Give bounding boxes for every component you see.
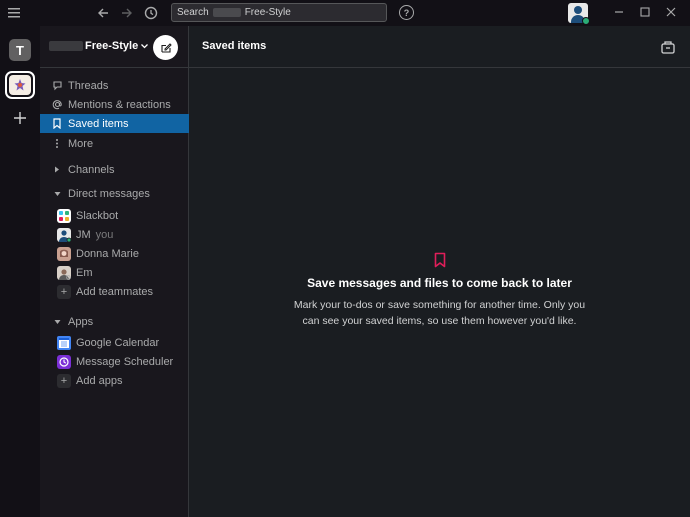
- main-panel: Saved items Save messages and files to c…: [189, 26, 690, 517]
- app-message-scheduler[interactable]: Message Scheduler: [40, 352, 189, 371]
- you-label: you: [95, 228, 114, 241]
- sidebar-item-label: Saved items: [68, 117, 129, 130]
- user-avatar-icon: [57, 227, 72, 242]
- redacted-blur: [212, 8, 241, 17]
- sidebar-item-mentions[interactable]: Mentions & reactions: [40, 95, 189, 114]
- minimize-icon[interactable]: [612, 5, 626, 19]
- add-teammates-button[interactable]: + Add teammates: [40, 282, 189, 301]
- section-direct-messages[interactable]: Direct messages: [40, 184, 189, 203]
- main-header: Saved items: [189, 26, 690, 68]
- user-avatar-icon: [57, 246, 71, 261]
- dm-name: Donna Marie: [76, 247, 139, 260]
- user-avatar-icon: [57, 265, 71, 280]
- add-workspace-icon[interactable]: [12, 110, 28, 126]
- dm-jm[interactable]: JM you: [40, 225, 189, 244]
- dm-em[interactable]: Em: [40, 263, 189, 282]
- title-bar: Search Free-Style ?: [0, 0, 690, 26]
- dm-name: JM: [76, 228, 91, 241]
- at-icon: [50, 98, 64, 112]
- sidebar-item-threads[interactable]: Threads: [40, 76, 189, 95]
- dm-slackbot[interactable]: Slackbot: [40, 206, 189, 225]
- empty-state-title: Save messages and files to come back to …: [307, 276, 572, 290]
- plus-icon: +: [57, 284, 71, 299]
- caret-down-icon: [50, 315, 64, 329]
- slackbot-avatar-icon: [57, 208, 71, 223]
- compose-icon: [160, 42, 172, 53]
- add-apps-label: Add apps: [76, 374, 123, 387]
- add-apps-button[interactable]: + Add apps: [40, 371, 189, 390]
- more-vertical-icon: [50, 137, 64, 151]
- app-google-calendar[interactable]: Google Calendar: [40, 333, 189, 352]
- compose-button[interactable]: [153, 35, 178, 60]
- help-icon[interactable]: ?: [399, 5, 414, 20]
- presence-indicator: [582, 17, 590, 25]
- history-clock-icon[interactable]: [144, 5, 158, 21]
- sidebar-item-label: Threads: [68, 79, 109, 92]
- section-label: Apps: [68, 315, 94, 328]
- search-input[interactable]: Search Free-Style: [171, 3, 387, 22]
- caret-right-icon: [50, 163, 64, 177]
- dm-donna-marie[interactable]: Donna Marie: [40, 244, 189, 263]
- bookmark-icon: [50, 117, 64, 131]
- workspace-name: Free-Style: [85, 40, 139, 52]
- archive-box-icon[interactable]: [660, 39, 676, 55]
- dm-name: Em: [76, 266, 93, 279]
- workspace-active[interactable]: [5, 71, 35, 99]
- caret-down-icon: [50, 187, 64, 201]
- section-channels[interactable]: Channels: [40, 160, 189, 179]
- close-icon[interactable]: [664, 5, 678, 19]
- section-apps[interactable]: Apps: [40, 312, 189, 331]
- search-workspace: Free-Style: [244, 7, 291, 18]
- empty-state-description: Mark your to-dos or save something for a…: [293, 299, 586, 327]
- section-label: Direct messages: [68, 187, 150, 200]
- workspace-rail: T: [0, 26, 40, 517]
- sidebar-header: Free-Style: [40, 26, 189, 68]
- hamburger-menu-icon[interactable]: [7, 6, 21, 20]
- sidebar-item-label: Mentions & reactions: [68, 98, 171, 111]
- workspace-t[interactable]: T: [9, 39, 31, 61]
- back-arrow-icon[interactable]: [96, 5, 110, 21]
- sidebar: Free-Style Threads Mentions & reactions …: [40, 26, 189, 517]
- google-calendar-icon: [57, 335, 71, 350]
- app-name: Message Scheduler: [76, 355, 174, 368]
- plus-icon: +: [57, 373, 71, 388]
- sidebar-item-label: More: [68, 137, 94, 150]
- message-scheduler-icon: [57, 354, 71, 369]
- sidebar-item-more[interactable]: More: [40, 134, 189, 153]
- workspace-logo-icon: [9, 75, 31, 95]
- add-teammates-label: Add teammates: [76, 285, 154, 298]
- dm-name: Slackbot: [76, 209, 119, 222]
- forward-arrow-icon[interactable]: [120, 5, 134, 21]
- redacted-blur: [49, 41, 83, 51]
- maximize-icon[interactable]: [638, 5, 652, 19]
- sidebar-item-saved-items[interactable]: Saved items: [40, 114, 189, 133]
- app-name: Google Calendar: [76, 336, 160, 349]
- search-prefix: Search: [177, 7, 209, 18]
- section-label: Channels: [68, 163, 115, 176]
- threads-icon: [50, 79, 64, 93]
- workspace-name-button[interactable]: Free-Style: [49, 40, 149, 52]
- page-title: Saved items: [202, 40, 267, 52]
- chevron-down-icon: [141, 42, 149, 51]
- bookmark-icon: [433, 252, 447, 268]
